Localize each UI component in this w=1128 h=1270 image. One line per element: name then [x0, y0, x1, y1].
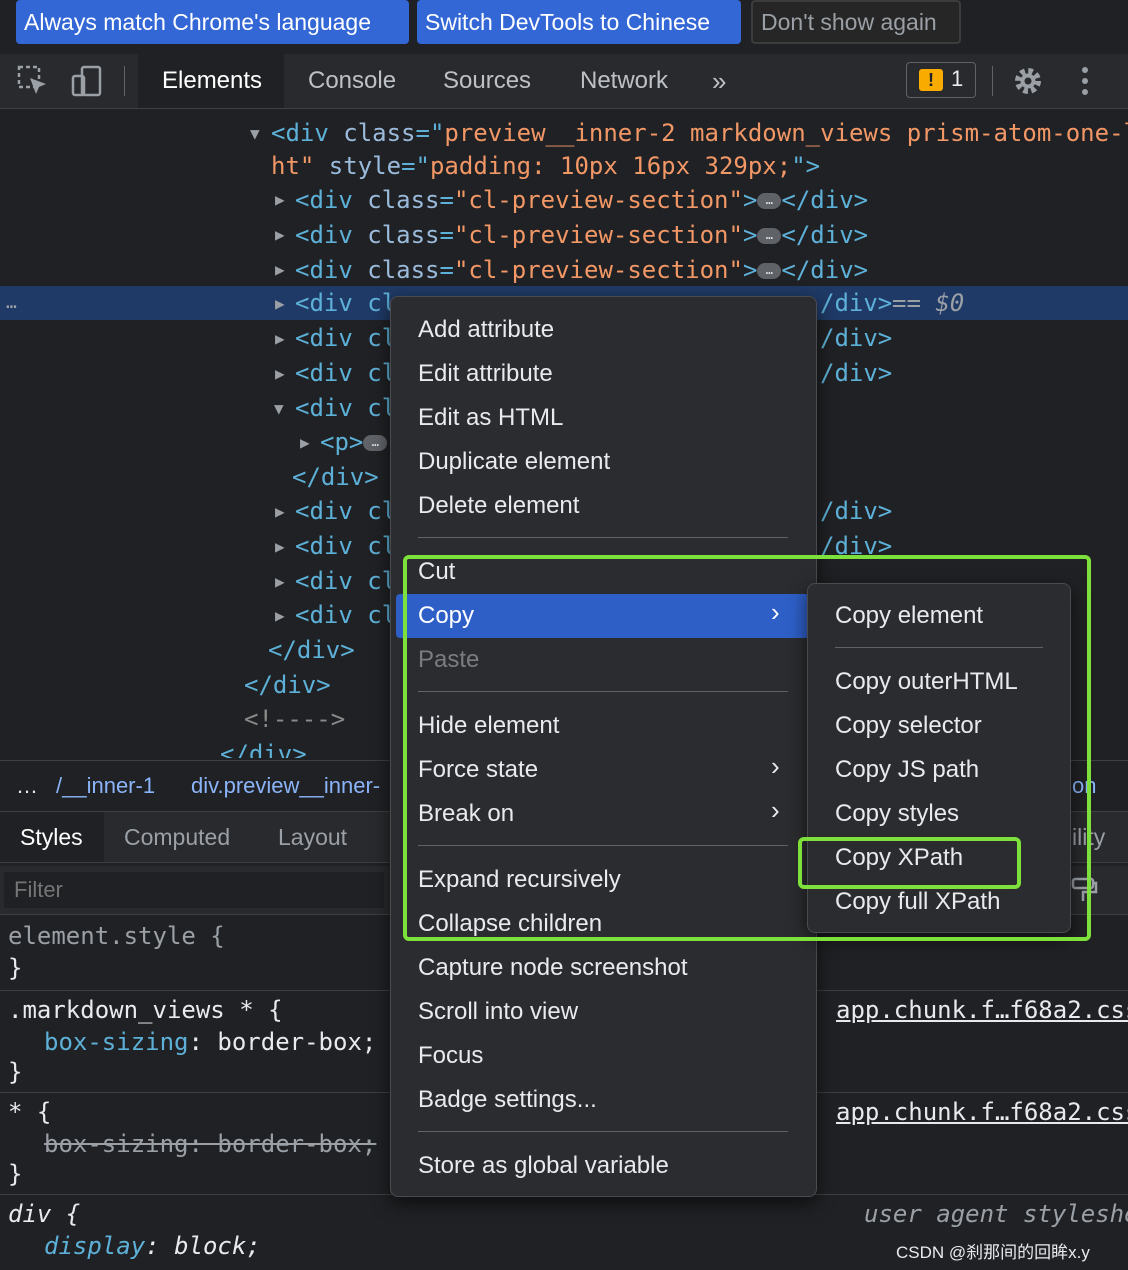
rule-declaration-overridden[interactable]: box-sizing: border-box;	[44, 1128, 376, 1160]
dom-node-close: </div>	[244, 671, 331, 699]
watermark: CSDN @刹那间的回眸x.y	[896, 1243, 1090, 1262]
kebab-menu-icon[interactable]	[1068, 64, 1102, 98]
dom-node-close: /div>	[820, 289, 893, 317]
menu-item-delete-element[interactable]: Delete element	[391, 484, 814, 528]
selected-marker: == $0	[892, 289, 965, 317]
issues-badge[interactable]: ! 1	[906, 62, 976, 98]
dom-node-close: </div>	[292, 463, 379, 491]
gear-icon[interactable]	[1011, 64, 1045, 98]
dom-node-close: /div>	[820, 324, 893, 352]
collapsed-arrow-icon[interactable]: ▶	[275, 537, 285, 556]
menu-item-add-attribute[interactable]: Add attribute	[391, 308, 814, 352]
switch-language-button[interactable]: Switch DevTools to Chinese	[417, 0, 741, 44]
menu-item-badge-settings[interactable]: Badge settings...	[391, 1078, 814, 1122]
ellipsis-icon[interactable]: …	[757, 228, 782, 244]
collapsed-arrow-icon[interactable]: ▶	[275, 502, 285, 521]
collapsed-arrow-icon[interactable]: ▶	[300, 433, 310, 452]
expanded-arrow-icon[interactable]: ▼	[274, 399, 284, 418]
dom-node-selected[interactable]: <div cl	[295, 286, 396, 320]
dom-node[interactable]: <div class="cl-preview-section">… </div>	[295, 253, 868, 287]
collapsed-arrow-icon[interactable]: ▶	[275, 260, 285, 279]
collapsed-arrow-icon[interactable]: ▶	[275, 225, 285, 244]
row-actions-dots[interactable]: …	[6, 286, 17, 320]
devtools-toolbar: Elements Console Sources Network » ! 1	[0, 54, 1128, 109]
inspect-element-icon[interactable]	[16, 64, 50, 98]
ellipsis-icon[interactable]: …	[757, 263, 782, 279]
ellipsis-icon[interactable]: …	[363, 435, 388, 451]
collapsed-arrow-icon[interactable]: ▶	[275, 364, 285, 383]
dom-node-close: /div>	[820, 359, 893, 387]
menu-item-capture-node-screenshot[interactable]: Capture node screenshot	[391, 946, 814, 990]
warning-icon: !	[919, 69, 943, 91]
rule-selector[interactable]: .markdown_views * {	[8, 994, 283, 1026]
rule-selector[interactable]: * {	[8, 1096, 51, 1128]
rule-close: }	[8, 1058, 23, 1086]
tab-styles[interactable]: Styles	[0, 812, 104, 862]
language-infobar: Always match Chrome's language Switch De…	[0, 0, 1128, 52]
tab-console[interactable]: Console	[284, 54, 420, 108]
dom-node-p[interactable]: <p>…	[320, 425, 388, 459]
toolbar-divider	[992, 66, 993, 96]
menu-item-duplicate-element[interactable]: Duplicate element	[391, 440, 814, 484]
match-language-button[interactable]: Always match Chrome's language	[16, 0, 409, 44]
rule-selector[interactable]: element.style {	[8, 920, 225, 952]
rule-close: }	[8, 1160, 23, 1188]
stylesheet-link[interactable]: app.chunk.f…f68a2.css	[836, 994, 1128, 1026]
more-tabs-icon[interactable]: »	[688, 54, 750, 108]
dom-comment[interactable]: <!---->	[244, 702, 345, 736]
ellipsis-icon[interactable]: …	[757, 193, 782, 209]
collapsed-arrow-icon[interactable]: ▶	[275, 190, 285, 209]
tab-layout[interactable]: Layout	[258, 812, 367, 862]
tab-elements[interactable]: Elements	[138, 54, 284, 108]
collapsed-arrow-icon[interactable]: ▶	[275, 294, 285, 313]
collapsed-arrow-icon[interactable]: ▶	[275, 606, 285, 625]
rule-selector[interactable]: div {	[8, 1198, 80, 1230]
stylesheet-link[interactable]: app.chunk.f…f68a2.css	[836, 1096, 1128, 1128]
styles-filter-input[interactable]	[4, 872, 384, 908]
dom-node-wrap: ht" style="padding: 10px 16px 329px;">	[271, 152, 821, 180]
menu-separator	[418, 1131, 788, 1132]
dom-node[interactable]: <div cl	[295, 564, 396, 598]
dont-show-again-button[interactable]: Don't show again	[751, 0, 961, 44]
collapsed-arrow-icon[interactable]: ▶	[275, 572, 285, 591]
menu-item-focus[interactable]: Focus	[391, 1034, 814, 1078]
expanded-arrow-icon[interactable]: ▼	[250, 124, 260, 143]
tab-sources[interactable]: Sources	[419, 54, 555, 108]
dom-node[interactable]: <div cl	[295, 529, 396, 563]
tab-network[interactable]: Network	[556, 54, 692, 108]
dom-node[interactable]: <div cl	[295, 494, 396, 528]
breadcrumb-item[interactable]: div.preview__inner-	[191, 773, 380, 799]
menu-item-edit-attribute[interactable]: Edit attribute	[391, 352, 814, 396]
tab-computed[interactable]: Computed	[104, 812, 250, 862]
device-toggle-icon[interactable]	[70, 64, 104, 98]
dom-node[interactable]: <div cl	[295, 356, 396, 390]
user-agent-source: user agent styleshe	[864, 1200, 1128, 1228]
rule-close: }	[8, 954, 23, 982]
breadcrumb-item[interactable]: /__inner-1	[56, 773, 155, 799]
dom-node-close: /div>	[820, 497, 893, 525]
issues-count: 1	[951, 66, 964, 91]
menu-separator	[418, 537, 788, 538]
breadcrumb-overflow[interactable]: …	[16, 773, 38, 799]
rule-declaration[interactable]: display: block;	[44, 1230, 261, 1262]
dom-node[interactable]: <div class="preview__inner-2 markdown_vi…	[271, 116, 1128, 150]
dom-node-close: </div>	[220, 740, 307, 758]
dom-node[interactable]: <div cl	[295, 391, 396, 425]
annotation-highlight-xpath	[798, 837, 1021, 889]
menu-item-edit-as-html[interactable]: Edit as HTML	[391, 396, 814, 440]
dom-node-close: </div>	[268, 636, 355, 664]
menu-item-scroll-into-view[interactable]: Scroll into view	[391, 990, 814, 1034]
dom-node[interactable]: <div class="cl-preview-section">… </div>	[295, 183, 868, 217]
dom-node[interactable]: <div cl	[295, 598, 396, 632]
rule-declaration[interactable]: box-sizing: border-box;	[44, 1026, 376, 1058]
toolbar-divider	[124, 66, 125, 96]
collapsed-arrow-icon[interactable]: ▶	[275, 329, 285, 348]
dom-node[interactable]: <div cl	[295, 321, 396, 355]
dom-node[interactable]: <div class="cl-preview-section">… </div>	[295, 218, 868, 252]
menu-item-store-as-global-variable[interactable]: Store as global variable	[391, 1144, 814, 1188]
